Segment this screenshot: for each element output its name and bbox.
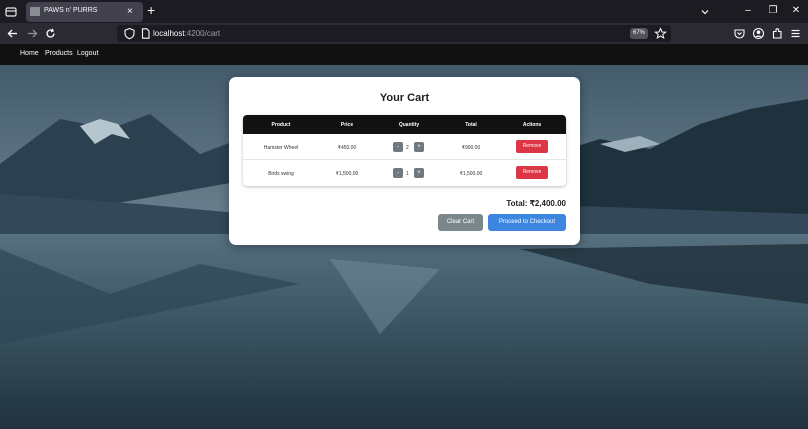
page-viewport: Home Products Logout Your Cart Product P…	[0, 44, 808, 429]
cart-table: Product Price Quantity Total Actions Ham…	[243, 115, 566, 186]
increase-quantity-button[interactable]: +	[414, 142, 424, 152]
extensions-icon[interactable]	[771, 27, 784, 40]
pocket-icon[interactable]	[733, 27, 746, 40]
favicon-icon	[30, 7, 40, 16]
column-header-actions: Actions	[522, 122, 542, 128]
remove-button[interactable]: Remove	[516, 166, 548, 179]
tab-list-icon[interactable]	[5, 5, 17, 17]
quantity-value: 1	[406, 171, 409, 177]
browser-tab[interactable]: PAWS n' PURRS ×	[26, 2, 143, 22]
url-path: :4200/cart	[184, 29, 221, 38]
url-text[interactable]: localhost:4200/cart	[153, 29, 220, 38]
table-row: Birds swing ₹1,500.00 - 1 + ₹1,500.00 Re…	[243, 160, 566, 186]
back-arrow-icon[interactable]	[6, 27, 19, 40]
browser-tabstrip: PAWS n' PURRS × + – ❐ ✕	[0, 0, 808, 23]
url-host: localhost	[153, 29, 185, 38]
cart-total: Total: ₹2,400.00	[506, 199, 566, 208]
quantity-value: 2	[406, 145, 409, 151]
line-total: ₹900.00	[461, 145, 481, 151]
zoom-indicator[interactable]: 67%	[630, 28, 649, 39]
bookmark-star-icon[interactable]	[654, 27, 667, 40]
checkout-button[interactable]: Proceed to Checkout	[488, 214, 566, 231]
increase-quantity-button[interactable]: +	[414, 168, 424, 178]
product-price: ₹1,500.00	[335, 171, 359, 177]
decrease-quantity-button[interactable]: -	[393, 142, 403, 152]
cart-card: Your Cart Product Price Quantity Total A…	[229, 77, 580, 245]
minimize-button[interactable]: –	[741, 4, 755, 18]
nav-logout-link[interactable]: Logout	[77, 50, 98, 57]
url-bar[interactable]: localhost:4200/cart 67%	[117, 25, 671, 42]
tab-close-button[interactable]: ×	[127, 6, 133, 17]
forward-arrow-icon[interactable]	[26, 27, 39, 40]
browser-navbar: localhost:4200/cart 67%	[0, 23, 808, 44]
column-header-product: Product	[271, 122, 291, 128]
page-icon[interactable]	[139, 27, 152, 40]
decrease-quantity-button[interactable]: -	[393, 168, 403, 178]
nav-home-link[interactable]: Home	[20, 50, 39, 57]
tracking-protection-icon[interactable]	[123, 27, 136, 40]
page-title: Your Cart	[379, 92, 430, 104]
nav-products-link[interactable]: Products	[45, 50, 73, 57]
tab-title: PAWS n' PURRS	[44, 7, 98, 14]
line-total: ₹1,500.00	[459, 171, 483, 177]
remove-button[interactable]: Remove	[516, 140, 548, 153]
tabs-dropdown-icon[interactable]	[699, 5, 711, 17]
column-header-total: Total	[465, 122, 477, 128]
restore-button[interactable]: ❐	[766, 4, 780, 18]
window-close-button[interactable]: ✕	[789, 4, 803, 18]
product-price: ₹450.00	[337, 145, 357, 151]
column-header-quantity: Quantity	[398, 122, 420, 128]
account-icon[interactable]	[752, 27, 765, 40]
column-header-price: Price	[340, 122, 354, 128]
table-row: Hamster Wheel ₹450.00 - 2 + ₹900.00 Remo…	[243, 134, 566, 160]
product-name: Hamster Wheel	[263, 145, 299, 151]
menu-icon[interactable]	[789, 27, 802, 40]
reload-icon[interactable]	[44, 27, 57, 40]
app-navbar: Home Products Logout	[0, 44, 808, 65]
new-tab-button[interactable]: +	[147, 3, 155, 18]
table-header: Product Price Quantity Total Actions	[243, 115, 566, 134]
clear-cart-button[interactable]: Clear Cart	[438, 214, 483, 231]
product-name: Birds swing	[268, 171, 294, 177]
